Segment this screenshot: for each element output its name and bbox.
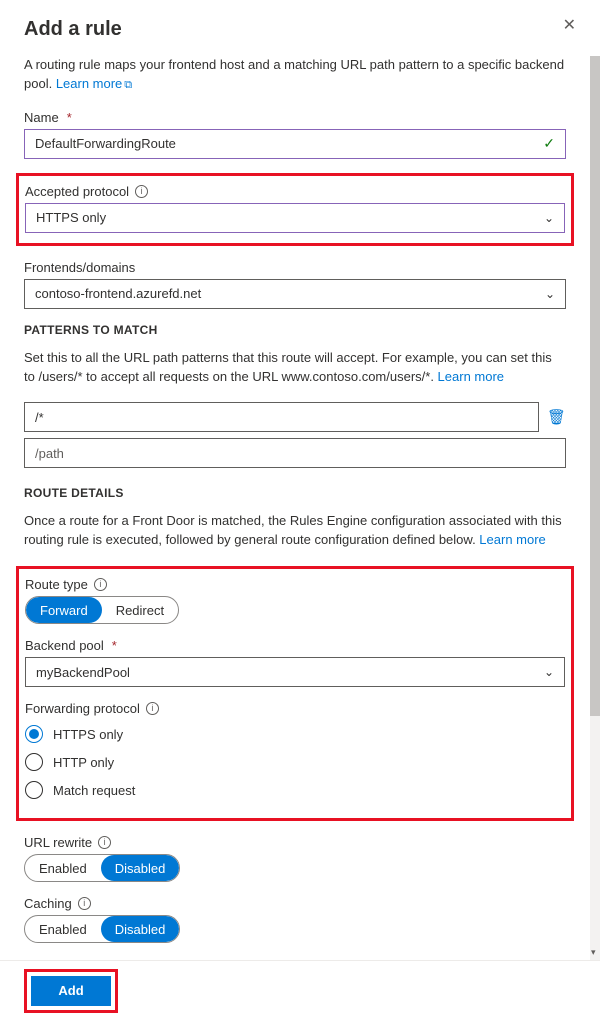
forwarding-protocol-label: Forwarding protocol i — [25, 701, 565, 716]
caching-field: Caching i Enabled Disabled — [24, 896, 566, 943]
fwd-option-match[interactable]: Match request — [25, 776, 565, 804]
route-learn-more[interactable]: Learn more — [479, 532, 545, 547]
scroll-down-icon[interactable]: ▾ — [591, 947, 596, 958]
backend-field: Backend pool* myBackendPool ⌄ — [25, 638, 565, 687]
scroll-area: A routing rule maps your frontend host a… — [0, 56, 590, 960]
forwarding-protocol-field: Forwarding protocol i HTTPS only HTTP on… — [25, 701, 565, 804]
learn-more-link[interactable]: Learn more⧉ — [56, 76, 132, 91]
required-asterisk: * — [67, 110, 72, 125]
scrollbar[interactable]: ▾ — [590, 56, 600, 960]
backend-select[interactable]: myBackendPool ⌄ — [25, 657, 565, 687]
footer: Add — [0, 960, 600, 1020]
route-details-highlight: Route type i Forward Redirect Backend po… — [16, 566, 574, 821]
fwd-option-https[interactable]: HTTPS only — [25, 720, 565, 748]
chevron-down-icon: ⌄ — [545, 287, 555, 301]
frontends-label: Frontends/domains — [24, 260, 566, 275]
rewrite-enabled[interactable]: Enabled — [25, 855, 101, 881]
protocol-label: Accepted protocol i — [25, 184, 565, 199]
accepted-protocol-highlight: Accepted protocol i HTTPS only ⌄ — [16, 173, 574, 246]
pattern-add-row: /path — [24, 438, 566, 468]
protocol-field: Accepted protocol i HTTPS only ⌄ — [25, 184, 565, 233]
chevron-down-icon: ⌄ — [544, 665, 554, 679]
route-type-label: Route type i — [25, 577, 565, 592]
caching-toggle: Enabled Disabled — [24, 915, 180, 943]
external-icon: ⧉ — [124, 79, 132, 91]
caching-enabled[interactable]: Enabled — [25, 916, 101, 942]
trash-icon[interactable]: 🗑 — [547, 408, 566, 426]
route-section-label: ROUTE DETAILS — [24, 486, 566, 500]
fwd-option-http[interactable]: HTTP only — [25, 748, 565, 776]
panel-title: Add a rule — [24, 18, 122, 41]
patterns-learn-more[interactable]: Learn more — [438, 369, 504, 384]
patterns-desc: Set this to all the URL path patterns th… — [24, 349, 566, 387]
frontends-field: Frontends/domains contoso-frontend.azure… — [24, 260, 566, 309]
route-type-redirect[interactable]: Redirect — [102, 597, 178, 623]
name-label: Name* — [24, 110, 566, 125]
rewrite-toggle: Enabled Disabled — [24, 854, 180, 882]
add-button-highlight: Add — [24, 969, 118, 1013]
pattern-placeholder-input[interactable]: /path — [24, 438, 566, 468]
info-icon[interactable]: i — [78, 897, 91, 910]
info-icon[interactable]: i — [98, 836, 111, 849]
info-icon[interactable]: i — [94, 578, 107, 591]
name-input[interactable]: DefaultForwardingRoute ✓ — [24, 129, 566, 159]
caching-label: Caching i — [24, 896, 566, 911]
frontends-select[interactable]: contoso-frontend.azurefd.net ⌄ — [24, 279, 566, 309]
rewrite-field: URL rewrite i Enabled Disabled — [24, 835, 566, 882]
route-type-forward[interactable]: Forward — [26, 597, 102, 623]
info-icon[interactable]: i — [135, 185, 148, 198]
protocol-select[interactable]: HTTPS only ⌄ — [25, 203, 565, 233]
close-icon[interactable]: ✕ — [563, 18, 576, 34]
add-button[interactable]: Add — [31, 976, 111, 1006]
caching-disabled[interactable]: Disabled — [101, 916, 180, 942]
info-icon[interactable]: i — [146, 702, 159, 715]
intro-text: A routing rule maps your frontend host a… — [24, 56, 566, 94]
pattern-input[interactable]: /* — [24, 402, 539, 432]
rewrite-label: URL rewrite i — [24, 835, 566, 850]
name-field: Name* DefaultForwardingRoute ✓ — [24, 110, 566, 159]
route-type-field: Route type i Forward Redirect — [25, 577, 565, 624]
pattern-row: /* 🗑 — [24, 402, 566, 432]
route-desc: Once a route for a Front Door is matched… — [24, 512, 566, 550]
check-icon: ✓ — [543, 135, 555, 152]
route-type-toggle: Forward Redirect — [25, 596, 179, 624]
chevron-down-icon: ⌄ — [544, 211, 554, 225]
rewrite-disabled[interactable]: Disabled — [101, 855, 180, 881]
patterns-section-label: PATTERNS TO MATCH — [24, 323, 566, 337]
backend-label: Backend pool* — [25, 638, 565, 653]
learn-more-label: Learn more — [56, 76, 122, 91]
required-asterisk: * — [112, 638, 117, 653]
